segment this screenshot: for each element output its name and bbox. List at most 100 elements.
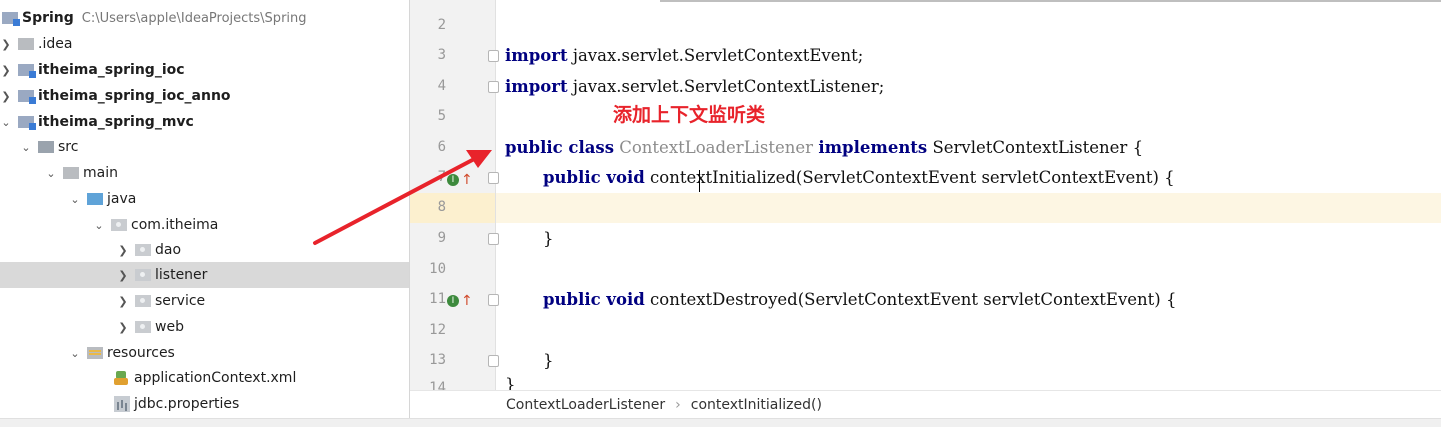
tree-item-label: java (107, 191, 137, 207)
tree-item-java[interactable]: ⌄ java (0, 186, 409, 212)
tree-item-label: src (58, 139, 79, 155)
tree-item-label: .idea (38, 36, 73, 52)
tree-item-itheima-spring-mvc[interactable]: ⌄ itheima_spring_mvc (0, 109, 409, 135)
fold-marker-icon[interactable] (488, 50, 499, 62)
tab-bar-edge (660, 0, 1441, 2)
line-number: 2 (437, 17, 446, 33)
arrow-up-icon: ↑ (461, 172, 473, 188)
code-line-9: } (543, 229, 554, 248)
chevron-right-icon[interactable]: ❯ (117, 269, 129, 282)
fold-marker-icon[interactable] (488, 233, 499, 245)
line-number: 5 (437, 108, 446, 124)
resources-folder-icon (87, 347, 103, 359)
fold-marker-icon[interactable] (488, 172, 499, 184)
module-folder-icon (18, 64, 36, 78)
module-folder-icon (2, 12, 20, 26)
module-folder-icon (18, 90, 36, 104)
fold-marker-icon[interactable] (488, 355, 499, 367)
breadcrumb-class[interactable]: ContextLoaderListener (506, 397, 665, 413)
chevron-down-icon[interactable]: ⌄ (0, 116, 12, 129)
line-number: 8 (437, 199, 446, 215)
tree-item-listener[interactable]: ❯ listener (0, 262, 409, 288)
implements-icon: I (447, 295, 459, 307)
line-number: 4 (437, 78, 446, 94)
tree-item-label: listener (155, 267, 208, 283)
line-number: 10 (429, 261, 446, 277)
tree-item-label: itheima_spring_mvc (38, 114, 194, 130)
chevron-right-icon[interactable]: ❯ (117, 321, 129, 334)
folder-icon (18, 38, 34, 50)
line-number: 14 (429, 380, 446, 390)
chevron-right-icon[interactable]: ❯ (0, 64, 12, 77)
tree-item-label: com.itheima (131, 217, 219, 233)
code-line-13: } (543, 351, 554, 370)
chevron-right-icon[interactable]: ❯ (0, 38, 12, 51)
folder-icon (38, 141, 54, 153)
arrow-up-icon: ↑ (461, 293, 473, 309)
tree-item-service[interactable]: ❯ service (0, 288, 409, 314)
code-line-14: } (505, 375, 516, 390)
chevron-down-icon[interactable]: ⌄ (69, 347, 81, 360)
tree-item-dao[interactable]: ❯ dao (0, 237, 409, 263)
chevron-right-icon[interactable]: ❯ (117, 244, 129, 257)
tree-item-itheima-spring-ioc-anno[interactable]: ❯ itheima_spring_ioc_anno (0, 83, 409, 109)
tree-item-label: itheima_spring_ioc (38, 62, 185, 78)
fold-marker-icon[interactable] (488, 294, 499, 306)
line-number: 11 (429, 291, 446, 307)
tree-item-label: main (83, 165, 118, 181)
tree-item-jdbc-properties[interactable]: jdbc.properties (0, 391, 409, 417)
line-number: 13 (429, 352, 446, 368)
root-name: Spring (22, 10, 74, 26)
tree-item-resources[interactable]: ⌄ resources (0, 340, 409, 366)
package-icon (135, 295, 151, 307)
code-line-4: import javax.servlet.ServletContextListe… (505, 77, 885, 96)
chevron-down-icon[interactable]: ⌄ (45, 167, 57, 180)
line-number: 12 (429, 322, 446, 338)
chevron-right-icon[interactable]: ❯ (0, 90, 12, 103)
chevron-down-icon[interactable]: ⌄ (69, 193, 81, 206)
tree-item-main[interactable]: ⌄ main (0, 160, 409, 186)
line-number: 3 (437, 47, 446, 63)
tree-item-idea[interactable]: ❯ .idea (0, 31, 409, 57)
annotation-text: 添加上下文监听类 (613, 104, 766, 126)
text-cursor (699, 170, 700, 192)
spring-xml-file-icon (114, 370, 130, 386)
code-line-11: public void contextDestroyed(ServletCont… (543, 290, 1177, 309)
chevron-down-icon[interactable]: ⌄ (93, 219, 105, 232)
line-number: 7 (437, 169, 446, 185)
tree-item-label: dao (155, 242, 182, 258)
properties-file-icon (114, 396, 130, 412)
tree-item-com-itheima[interactable]: ⌄ com.itheima (0, 212, 409, 238)
current-line-highlight (410, 193, 1441, 223)
package-icon (135, 269, 151, 281)
line-number: 9 (437, 230, 446, 246)
chevron-right-icon[interactable]: ❯ (117, 295, 129, 308)
tree-item-label: jdbc.properties (134, 396, 240, 412)
breadcrumb: ContextLoaderListener › contextInitializ… (410, 390, 1441, 419)
tree-root-spring[interactable]: Spring C:\Users\apple\IdeaProjects\Sprin… (0, 5, 409, 31)
code-line-6: public class ContextLoaderListener imple… (505, 138, 1144, 157)
tree-item-label: resources (107, 345, 175, 361)
project-tool-window: Spring C:\Users\apple\IdeaProjects\Sprin… (0, 0, 410, 418)
tree-item-label: web (155, 319, 184, 335)
folder-icon (63, 167, 79, 179)
tree-item-itheima-spring-ioc[interactable]: ❯ itheima_spring_ioc (0, 57, 409, 83)
tree-item-label: itheima_spring_ioc_anno (38, 88, 231, 104)
implements-method-marker[interactable]: I ↑ (447, 172, 473, 188)
code-line-7: public void contextInitialized(ServletCo… (543, 168, 1175, 187)
source-folder-icon (87, 193, 103, 205)
code-line-3: import javax.servlet.ServletContextEvent… (505, 46, 864, 65)
chevron-down-icon[interactable]: ⌄ (20, 141, 32, 154)
tree-item-src[interactable]: ⌄ src (0, 134, 409, 160)
tree-item-applicationcontext-xml[interactable]: applicationContext.xml (0, 365, 409, 391)
tree-item-label: applicationContext.xml (134, 370, 297, 386)
code-editor[interactable]: 2 3 4 5 6 7 8 9 10 11 12 13 14 I ↑ I ↑ imp… (410, 0, 1441, 390)
tree-item-web[interactable]: ❯ web (0, 314, 409, 340)
breadcrumb-separator: › (675, 397, 681, 413)
package-icon (111, 219, 127, 231)
fold-marker-icon[interactable] (488, 81, 499, 93)
package-icon (135, 321, 151, 333)
implements-method-marker[interactable]: I ↑ (447, 293, 473, 309)
breadcrumb-method[interactable]: contextInitialized() (691, 397, 822, 413)
implements-icon: I (447, 174, 459, 186)
